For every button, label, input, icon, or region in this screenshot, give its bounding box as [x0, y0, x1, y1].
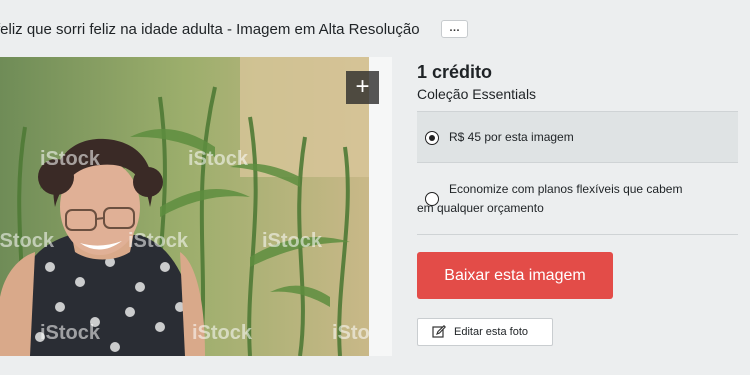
- edit-photo-button[interactable]: Editar esta foto: [417, 318, 553, 346]
- page-title: feliz que sorri feliz na idade adulta - …: [0, 21, 420, 38]
- more-options-button[interactable]: …: [441, 20, 468, 38]
- watermark-text: iStock: [188, 148, 249, 170]
- edit-photo-label: Editar esta foto: [454, 326, 528, 338]
- option-label-line2: em qualquer orçamento: [417, 201, 544, 215]
- option-label-line1: Economize com planos flexíveis que cabem: [449, 182, 683, 196]
- collection-name: Coleção Essentials: [417, 86, 537, 102]
- watermark-text: iStock: [0, 230, 55, 252]
- option-label: Economize com planos flexíveis que cabem…: [417, 180, 729, 218]
- option-label: R$ 45 por esta imagem: [449, 130, 574, 144]
- option-single-image[interactable]: R$ 45 por esta imagem: [417, 111, 738, 163]
- plus-icon: +: [355, 73, 370, 100]
- watermark-text: iStock: [128, 230, 189, 252]
- title-row: feliz que sorri feliz na idade adulta - …: [0, 0, 750, 58]
- credits-price: 1 crédito: [417, 62, 493, 82]
- radio-selected-icon[interactable]: [425, 131, 439, 145]
- image-container: iStock iStock iStock iStock iStock iStoc…: [0, 57, 392, 356]
- watermark-text: iStock: [332, 322, 369, 344]
- edit-icon: [432, 325, 446, 338]
- download-button[interactable]: Baixar esta imagem: [417, 252, 613, 299]
- more-icon: …: [449, 22, 460, 34]
- watermark-text: iStock: [262, 230, 323, 252]
- watermark-text: iStock: [40, 322, 101, 344]
- photo-illustration: iStock iStock iStock iStock iStock iStoc…: [0, 57, 369, 356]
- watermark-text: iStock: [40, 148, 101, 170]
- option-flexible-plans[interactable]: Economize com planos flexíveis que cabem…: [417, 175, 738, 235]
- add-to-board-button[interactable]: +: [346, 71, 379, 104]
- stock-photo[interactable]: iStock iStock iStock iStock iStock iStoc…: [0, 57, 369, 356]
- watermark-text: iStock: [192, 322, 253, 344]
